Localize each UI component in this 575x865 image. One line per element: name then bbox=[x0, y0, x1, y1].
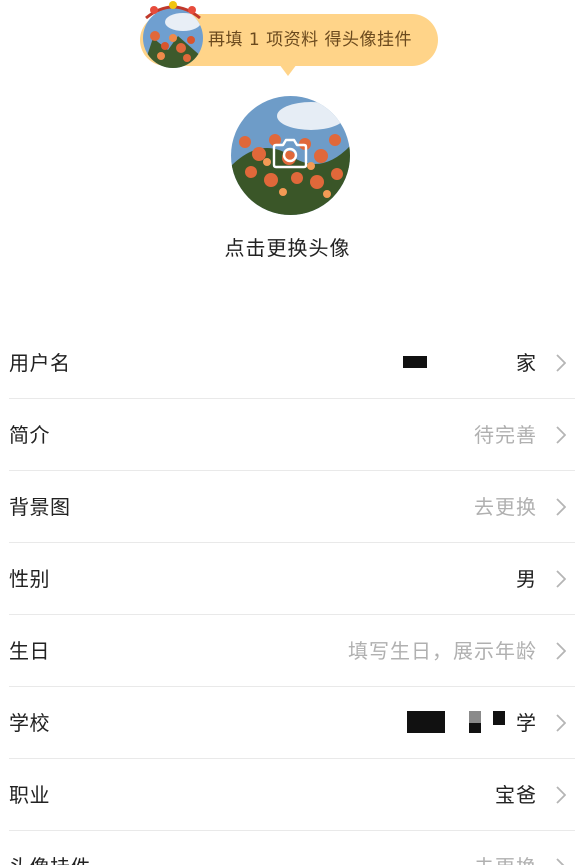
profile-edit-page: 再填 1 项资料 得头像挂件 点击更换头像 用户名 家 简介 待完善 背景图 去… bbox=[0, 0, 575, 865]
row-gender[interactable]: 性别 男 bbox=[9, 543, 575, 615]
row-label: 学校 bbox=[9, 711, 50, 735]
pendant-ornament-icon bbox=[145, 1, 201, 20]
redacted-region bbox=[407, 711, 445, 733]
row-value: 去更换 bbox=[474, 831, 537, 865]
row-label: 头像挂件 bbox=[9, 831, 91, 865]
profile-fields-list: 用户名 家 简介 待完善 背景图 去更换 性别 男 生日 填写生日，展示年龄 学… bbox=[9, 327, 575, 865]
row-value: 男 bbox=[516, 567, 537, 591]
chevron-right-icon bbox=[556, 714, 566, 732]
banner-text: 再填 1 项资料 得头像挂件 bbox=[208, 30, 413, 50]
row-label: 职业 bbox=[9, 783, 50, 807]
row-value: 去更换 bbox=[474, 495, 537, 519]
chevron-right-icon bbox=[556, 426, 566, 444]
change-avatar-caption[interactable]: 点击更换头像 bbox=[0, 232, 575, 261]
row-value: 学 bbox=[516, 711, 537, 735]
row-username[interactable]: 用户名 家 bbox=[9, 327, 575, 399]
chevron-right-icon bbox=[556, 642, 566, 660]
row-birthday[interactable]: 生日 填写生日，展示年龄 bbox=[9, 615, 575, 687]
chevron-right-icon bbox=[556, 498, 566, 516]
row-bio[interactable]: 简介 待完善 bbox=[9, 399, 575, 471]
redacted-region bbox=[493, 711, 505, 725]
redacted-region bbox=[469, 723, 481, 733]
chevron-right-icon bbox=[556, 354, 566, 372]
row-value: 填写生日，展示年龄 bbox=[348, 639, 537, 663]
row-label: 性别 bbox=[9, 567, 50, 591]
chevron-right-icon bbox=[556, 858, 565, 865]
row-value: 待完善 bbox=[474, 423, 537, 447]
row-label: 生日 bbox=[9, 639, 50, 663]
chevron-right-icon bbox=[556, 786, 566, 804]
row-label: 用户名 bbox=[9, 351, 71, 375]
row-value: 家 bbox=[516, 351, 537, 375]
row-occupation[interactable]: 职业 宝爸 bbox=[9, 759, 575, 831]
row-label: 简介 bbox=[9, 423, 50, 447]
row-value: 宝爸 bbox=[495, 783, 537, 807]
redacted-region bbox=[469, 711, 481, 723]
row-school[interactable]: 学校 学 bbox=[9, 687, 575, 759]
redacted-region bbox=[403, 356, 427, 368]
row-label: 背景图 bbox=[9, 495, 71, 519]
camera-icon bbox=[272, 138, 308, 169]
row-background-image[interactable]: 背景图 去更换 bbox=[9, 471, 575, 543]
chevron-right-icon bbox=[556, 570, 566, 588]
row-avatar-pendant[interactable]: 头像挂件 去更换 bbox=[9, 831, 575, 865]
